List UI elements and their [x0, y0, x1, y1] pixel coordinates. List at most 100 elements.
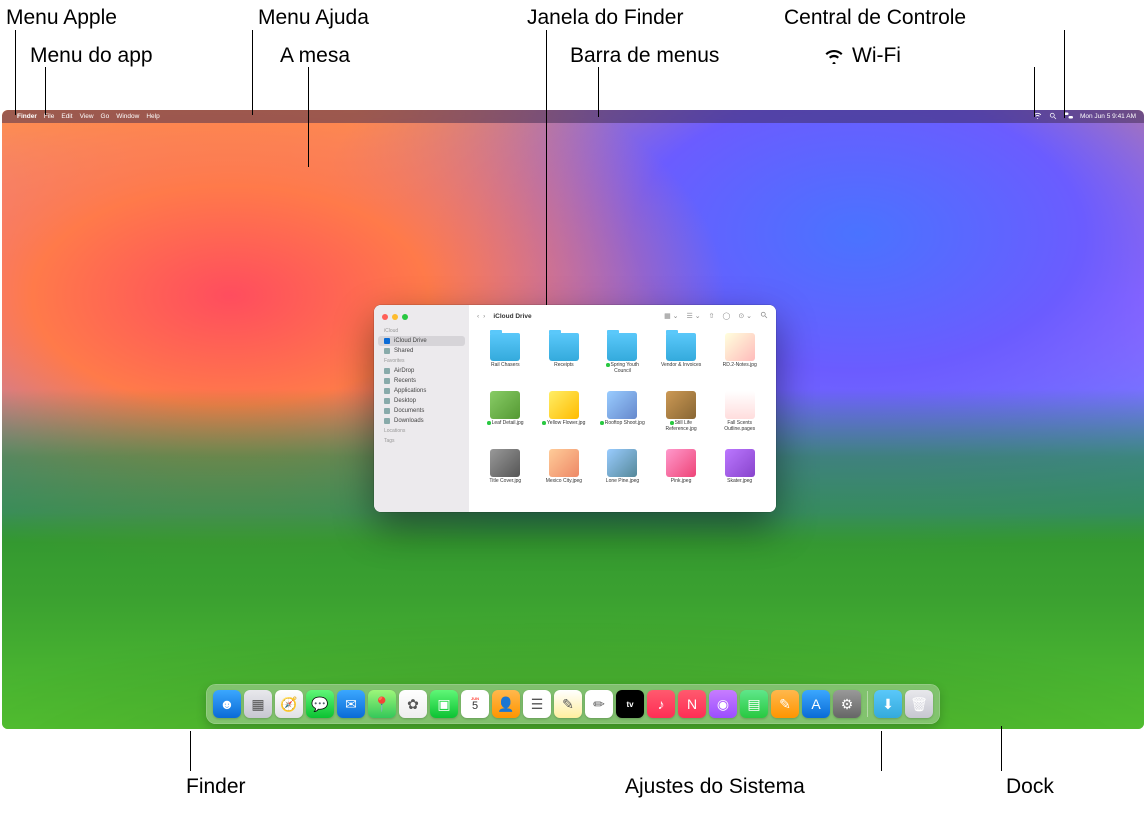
- control-center-icon[interactable]: [1064, 112, 1073, 121]
- file-thumbnail: [725, 333, 755, 361]
- callout-menu-bar: Barra de menus: [570, 44, 719, 68]
- desktop: Finder File Edit View Go Window Help Mon…: [2, 110, 1144, 729]
- file-thumbnail: [666, 449, 696, 477]
- dock-appstore-icon[interactable]: A: [802, 690, 830, 718]
- file-item[interactable]: Receipts: [538, 333, 591, 387]
- dock-pages-icon[interactable]: ✎: [771, 690, 799, 718]
- file-item[interactable]: Leaf Detail.jpg: [479, 391, 532, 445]
- finder-toolbar: ‹ › iCloud Drive ▦ ⌄ ☰ ⌄ ⇧ ◯ ⊙ ⌄: [469, 305, 776, 327]
- close-button[interactable]: [382, 314, 388, 320]
- file-label: Still Life Reference.jpg: [656, 421, 706, 432]
- sidebar-section-header: Favorites: [374, 356, 469, 366]
- dock-freeform-icon[interactable]: ✏: [585, 690, 613, 718]
- file-label: Leaf Detail.jpg: [487, 421, 523, 427]
- dock-finder-icon[interactable]: ☻: [213, 690, 241, 718]
- file-item[interactable]: Lone Pine.jpeg: [596, 449, 649, 503]
- file-item[interactable]: Vendor & Invoices: [655, 333, 708, 387]
- zoom-button[interactable]: [402, 314, 408, 320]
- sidebar-item[interactable]: Desktop: [374, 396, 469, 406]
- menu-edit[interactable]: Edit: [61, 113, 72, 120]
- callout-app-menu: Menu do app: [30, 44, 153, 68]
- clock[interactable]: Mon Jun 5 9:41 AM: [1080, 113, 1136, 120]
- menu-view[interactable]: View: [80, 113, 94, 120]
- file-item[interactable]: Mexico City.jpeg: [538, 449, 591, 503]
- file-label: Rail Chasers: [491, 363, 520, 369]
- file-thumbnail: [490, 449, 520, 477]
- callouts-top: Menu Apple Menu do app Menu Ajuda A mesa…: [0, 0, 1146, 110]
- dock-music-icon[interactable]: ♪: [647, 690, 675, 718]
- dock-safari-icon[interactable]: 🧭: [275, 690, 303, 718]
- dock-photos-icon[interactable]: ✿: [399, 690, 427, 718]
- group-button[interactable]: ☰ ⌄: [687, 312, 701, 320]
- sidebar-item[interactable]: Downloads: [374, 416, 469, 426]
- dock-numbers-icon[interactable]: ▤: [740, 690, 768, 718]
- callouts-bottom: Finder Ajustes do Sistema Dock: [0, 729, 1146, 819]
- action-button[interactable]: ⊙ ⌄: [738, 312, 752, 320]
- dock-settings-icon[interactable]: ⚙: [833, 690, 861, 718]
- dock-calendar-icon[interactable]: JUN5: [461, 690, 489, 718]
- callout-finder-window: Janela do Finder: [527, 6, 683, 30]
- sidebar-item[interactable]: Recents: [374, 376, 469, 386]
- file-item[interactable]: Title Cover.jpg: [479, 449, 532, 503]
- sidebar-item[interactable]: AirDrop: [374, 366, 469, 376]
- dock-maps-icon[interactable]: 📍: [368, 690, 396, 718]
- dock-news-icon[interactable]: N: [678, 690, 706, 718]
- sidebar-item[interactable]: Applications: [374, 386, 469, 396]
- file-item[interactable]: Rooftop Shoot.jpg: [596, 391, 649, 445]
- sidebar-item-label: Recents: [394, 378, 416, 384]
- file-thumbnail: [666, 391, 696, 419]
- dock: ☻▦🧭💬✉📍✿▣JUN5👤☰✎✏tv♪N◉▤✎A⚙⬇🗑: [206, 684, 940, 724]
- sidebar-item[interactable]: Documents: [374, 406, 469, 416]
- back-button[interactable]: ‹: [477, 313, 479, 320]
- file-item[interactable]: Fall Scents Outline.pages: [713, 391, 766, 445]
- sidebar-item[interactable]: Shared: [374, 346, 469, 356]
- window-controls: [374, 311, 469, 326]
- finder-window[interactable]: iCloud iCloud Drive SharedFavoritesAirDrop…: [374, 305, 776, 512]
- minimize-button[interactable]: [392, 314, 398, 320]
- file-thumbnail: [725, 449, 755, 477]
- menu-window[interactable]: Window: [116, 113, 139, 120]
- dock-launchpad-icon[interactable]: ▦: [244, 690, 272, 718]
- menu-help[interactable]: Help: [146, 113, 159, 120]
- dock-tv-icon[interactable]: tv: [616, 690, 644, 718]
- file-label: Fall Scents Outline.pages: [715, 421, 765, 432]
- spotlight-icon[interactable]: [1049, 112, 1057, 122]
- folder-icon: [607, 333, 637, 361]
- dock-trash-icon[interactable]: 🗑: [905, 690, 933, 718]
- callout-dock: Dock: [1006, 775, 1054, 799]
- dock-contacts-icon[interactable]: 👤: [492, 690, 520, 718]
- file-item[interactable]: Rail Chasers: [479, 333, 532, 387]
- share-button[interactable]: ⇧: [709, 312, 715, 320]
- file-thumbnail: [549, 391, 579, 419]
- dock-facetime-icon[interactable]: ▣: [430, 690, 458, 718]
- dock-downloads-icon[interactable]: ⬇: [874, 690, 902, 718]
- file-label: Pink.jpeg: [671, 479, 692, 485]
- dock-mail-icon[interactable]: ✉: [337, 690, 365, 718]
- callout-control-center: Central de Controle: [784, 6, 966, 30]
- app-menu[interactable]: Finder: [17, 113, 37, 120]
- sidebar-section-header: Locations: [374, 426, 469, 436]
- file-thumbnail: [725, 391, 755, 419]
- file-item[interactable]: RD.2-Notes.jpg: [713, 333, 766, 387]
- sidebar-section-header: Tags: [374, 436, 469, 446]
- sidebar-item[interactable]: iCloud Drive: [378, 336, 465, 346]
- file-item[interactable]: Yellow Flower.jpg: [538, 391, 591, 445]
- callout-wifi: Wi-Fi: [852, 44, 901, 68]
- view-icons-button[interactable]: ▦ ⌄: [664, 312, 678, 320]
- file-item[interactable]: Skater.jpeg: [713, 449, 766, 503]
- file-item[interactable]: Spring Youth Council: [596, 333, 649, 387]
- dock-messages-icon[interactable]: 💬: [306, 690, 334, 718]
- file-item[interactable]: Still Life Reference.jpg: [655, 391, 708, 445]
- sidebar-item-label: iCloud Drive: [394, 338, 427, 344]
- search-button[interactable]: [760, 311, 768, 321]
- menu-go[interactable]: Go: [101, 113, 110, 120]
- dock-notes-icon[interactable]: ✎: [554, 690, 582, 718]
- sidebar-item-icon: [384, 378, 390, 384]
- file-item[interactable]: Pink.jpeg: [655, 449, 708, 503]
- dock-reminders-icon[interactable]: ☰: [523, 690, 551, 718]
- tag-button[interactable]: ◯: [722, 312, 730, 320]
- dock-podcasts-icon[interactable]: ◉: [709, 690, 737, 718]
- file-label: Lone Pine.jpeg: [606, 479, 639, 485]
- sidebar-section-header: iCloud: [374, 326, 469, 336]
- forward-button[interactable]: ›: [483, 313, 485, 320]
